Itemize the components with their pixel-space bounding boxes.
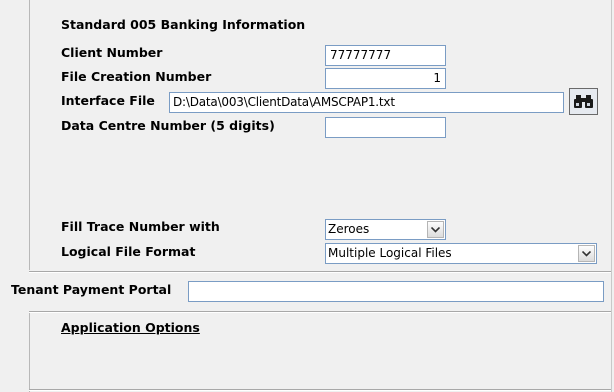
data-centre-number-field[interactable]	[325, 117, 446, 138]
separator-footer	[29, 389, 611, 391]
logical-file-format-label: Logical File Format	[61, 244, 196, 259]
left-border-lower	[29, 312, 30, 392]
logical-file-format-select[interactable]: Multiple Logical Files	[325, 243, 597, 264]
browse-button[interactable]	[569, 88, 598, 115]
logical-file-format-value: Multiple Logical Files	[328, 246, 452, 260]
fill-trace-number-select[interactable]: Zeroes	[325, 219, 446, 240]
data-centre-number-label: Data Centre Number (5 digits)	[61, 118, 275, 133]
logical-file-format-dropdown-button[interactable]	[578, 245, 595, 262]
fill-trace-number-value: Zeroes	[328, 222, 370, 236]
application-options-link[interactable]: Application Options	[61, 320, 200, 336]
binoculars-icon	[574, 95, 593, 108]
interface-file-field[interactable]: D:\Data\003\ClientData\AMSCPAP1.txt	[169, 92, 564, 113]
client-number-label: Client Number	[61, 45, 163, 60]
interface-file-label: Interface File	[61, 93, 155, 108]
separator-bottom	[29, 311, 611, 313]
right-border	[611, 0, 612, 392]
file-creation-number-label: File Creation Number	[61, 69, 212, 84]
section-title: Standard 005 Banking Information	[61, 17, 306, 32]
client-number-field[interactable]: 77777777	[325, 45, 446, 66]
fill-trace-number-label: Fill Trace Number with	[61, 219, 220, 234]
separator-top	[29, 271, 611, 273]
chevron-down-icon	[431, 227, 440, 233]
file-creation-number-field[interactable]: 1	[325, 68, 446, 89]
left-border	[29, 0, 30, 270]
chevron-down-icon	[582, 251, 591, 257]
tenant-payment-portal-field[interactable]	[188, 281, 604, 302]
fill-trace-dropdown-button[interactable]	[427, 221, 444, 238]
tenant-payment-portal-label: Tenant Payment Portal	[11, 282, 172, 297]
